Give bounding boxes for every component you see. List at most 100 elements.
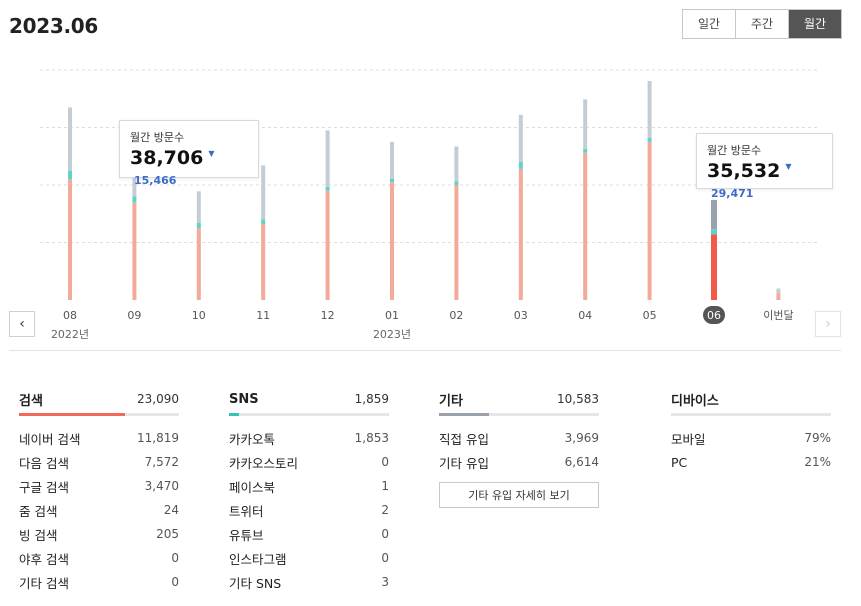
x-tick-label[interactable]: 11 [256,309,270,322]
next-button[interactable]: › [815,311,841,337]
bar-etc[interactable] [68,107,72,171]
item-value: 3 [381,575,389,589]
item-value: 21% [804,455,831,469]
x-tick-label[interactable]: 이번달 [763,309,793,322]
bar-sns[interactable] [261,219,266,225]
bar-etc[interactable] [325,130,330,187]
x-tick-label[interactable]: 01 [385,309,399,322]
item-name: 트위터 [229,503,264,519]
list-item: 기타 SNS 3 [229,570,389,594]
x-tick-label[interactable]: 02 [449,309,463,322]
item-name: 다음 검색 [19,455,69,471]
bar-etc[interactable] [776,288,781,294]
x-tick-label[interactable]: 06 [707,309,721,322]
bar-etc[interactable] [261,165,266,220]
item-value: 7,572 [144,455,179,469]
item-name: PC [671,454,688,470]
search-underline [19,413,179,416]
device-title: 디바이스 [671,393,719,409]
bar-search[interactable] [711,234,717,300]
list-item: 모바일 79% [671,426,831,450]
bar-search[interactable] [68,179,72,300]
item-name: 모바일 [671,431,706,447]
list-item: 기타 검색 0 [19,570,179,594]
etc-detail-button[interactable]: 기타 유입 자세히 보기 [439,482,599,508]
bar-etc[interactable] [518,114,523,162]
bar-sns[interactable] [518,162,523,169]
prev-button[interactable]: ‹ [9,311,35,337]
bar-sns[interactable] [711,229,717,235]
etc-underline [439,413,599,416]
item-name: 기타 유입 [439,455,489,471]
bar-sns[interactable] [196,222,201,229]
bar-etc[interactable] [454,146,459,182]
bar-etc[interactable] [390,141,394,179]
item-value: 3,969 [564,431,599,445]
device-section: 디바이스 모바일 79% PC 21% [671,388,831,474]
bar-sns[interactable] [647,137,652,142]
etc-total: 10,583 [557,392,599,406]
bar-search[interactable] [261,224,266,300]
x-tick-label[interactable]: 12 [321,309,335,322]
item-name: 기타 검색 [19,575,69,591]
sns-section: SNS 1,859 카카오톡 1,853 카카오스토리 0 페이스북 1 트위터 2 유튜… [229,388,389,594]
bar-etc[interactable] [196,191,201,223]
x-tick-label[interactable]: 03 [514,309,528,322]
list-item: 유튜브 0 [229,522,389,546]
list-item: 구글 검색 3,470 [19,474,179,498]
bar-search[interactable] [454,185,459,300]
bar-sns[interactable] [583,148,588,153]
sns-title: SNS [229,391,259,407]
item-name: 야후 검색 [19,551,69,567]
x-tick-label[interactable]: 09 [127,309,141,322]
bar-search[interactable] [132,202,137,300]
device-underline [671,413,831,416]
x-tick-label[interactable]: 10 [192,309,206,322]
bar-search[interactable] [518,168,523,300]
bar-search[interactable] [583,152,588,300]
x-tick-label[interactable]: 08 [63,309,77,322]
list-item: 카카오톡 1,853 [229,426,389,450]
item-value: 2 [381,503,389,517]
list-item: 야후 검색 0 [19,546,179,570]
bar-search[interactable] [325,190,330,300]
tooltip-label: 월간 방문수 [707,144,762,157]
search-title: 검색 [19,393,43,409]
search-section: 검색 23,090 네이버 검색 11,819 다음 검색 7,572 구글 검색 3,… [19,388,179,594]
tooltip-jun: 월간 방문수 35,532 ▼ 29,471 [696,133,833,200]
bar-etc[interactable] [583,99,588,149]
etc-section: 기타 10,583 직접 유입 3,969 기타 유입 6,614 기타 유입 자세히… [439,388,599,508]
bar-search[interactable] [776,293,781,300]
list-item: PC 21% [671,450,831,474]
bar-search[interactable] [647,141,652,300]
item-name: 카카오스토리 [229,455,299,471]
x-tick-label[interactable]: 05 [643,309,657,322]
item-name: 유튜브 [229,527,264,543]
item-value: 0 [171,551,179,565]
tooltip-sep: 월간 방문수 38,706 ▼ 15,466 [119,120,259,187]
bar-sns[interactable] [390,178,394,183]
list-item: 트위터 2 [229,498,389,522]
etc-title: 기타 [439,393,463,409]
item-value: 1 [381,479,389,493]
bar-search[interactable] [390,182,394,300]
bar-sns[interactable] [68,170,72,180]
item-value: 0 [171,575,179,589]
x-tick-label[interactable]: 04 [578,309,592,322]
bar-etc[interactable] [647,80,652,138]
search-total: 23,090 [137,392,179,406]
item-name: 기타 SNS [229,575,282,591]
bar-search[interactable] [196,228,201,300]
bar-etc[interactable] [711,199,717,230]
year-label: 2023년 [373,328,411,341]
bar-sns[interactable] [454,181,459,185]
sns-underline [229,413,389,416]
item-value: 0 [381,527,389,541]
section-divider [9,350,841,351]
sns-total: 1,859 [354,392,389,406]
year-label: 2022년 [51,328,89,341]
tooltip-label: 월간 방문수 [130,131,185,144]
item-value: 0 [381,455,389,469]
bar-sns[interactable] [132,196,137,203]
bar-sns[interactable] [325,186,330,191]
